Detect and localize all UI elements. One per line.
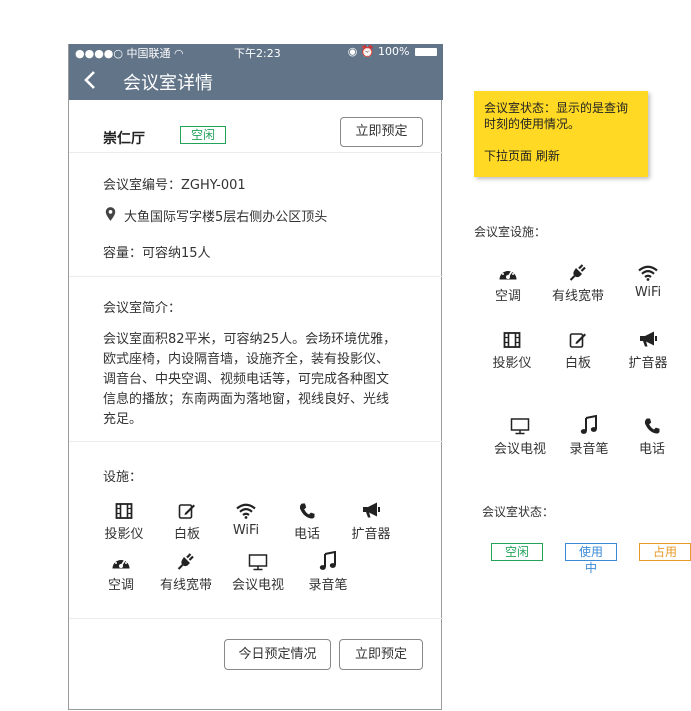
legend-broadband: 有线宽带: [548, 262, 608, 304]
legend-label: 空调: [494, 289, 521, 304]
room-capacity: 容量：可容纳15人: [103, 246, 211, 261]
legend-label: 会议电视: [493, 442, 546, 457]
legend-label: 白板: [564, 356, 591, 371]
facility-label: 会议电视: [231, 578, 284, 593]
phone-icon: [643, 417, 661, 435]
music-note-icon: [580, 415, 598, 435]
legend-air-conditioner: 空调: [478, 264, 538, 304]
wifi-icon: [638, 264, 658, 282]
legend-label: 投影仪: [492, 356, 532, 371]
facilities-title: 设施：: [103, 470, 143, 485]
projector-icon: [115, 502, 133, 520]
monitor-icon: [248, 553, 268, 571]
intro-line: 会议室面积82平米，可容纳25人。会场环境优雅，: [103, 332, 397, 347]
note-line: 时刻的使用情况。: [484, 117, 581, 131]
legend-recorder: 录音笔: [559, 415, 619, 457]
room-header: 崇仁厅 空闲 立即预定: [69, 100, 443, 153]
note-line: 下拉页面 刷新: [484, 149, 560, 163]
projector-icon: [503, 331, 521, 349]
phone-screen: ●●●●○ 中国联通 ◠ 下午2:23 ◉ ⏰ 100% 会议室详情 崇仁厅 空…: [68, 44, 443, 710]
facility-label: 空调: [107, 578, 134, 593]
status-right: ◉ ⏰ 100%: [348, 45, 437, 58]
legend-label: 电话: [638, 442, 665, 457]
legend-phone: 电话: [622, 417, 682, 457]
status-time: 下午2:23: [234, 47, 281, 60]
facility-label: 有线宽带: [159, 578, 212, 593]
battery-percent: 100%: [378, 45, 410, 58]
music-note-icon: [319, 551, 337, 571]
megaphone-icon: [638, 329, 658, 349]
page-title: 会议室详情: [123, 73, 213, 94]
whiteboard-icon: [569, 331, 587, 349]
wifi-signal-icon: ◠: [173, 47, 184, 60]
intro-line: 信息的播放；东南两面为落地窗，视线良好、光线: [103, 392, 390, 407]
legend-whiteboard: 白板: [548, 331, 608, 371]
legend-projector: 投影仪: [482, 331, 542, 371]
book-now-button-bottom[interactable]: 立即预定: [339, 639, 423, 670]
facility-megaphone: 扩音器: [341, 500, 401, 542]
whiteboard-icon: [178, 502, 196, 520]
nav-bar: 会议室详情: [69, 60, 443, 100]
monitor-icon: [510, 417, 530, 435]
air-conditioner-icon: [498, 264, 518, 282]
intro-line: 充足。: [103, 412, 143, 427]
location-pin-icon: [105, 206, 116, 222]
back-arrow-icon[interactable]: [81, 70, 101, 90]
legend-label: WiFi: [634, 285, 662, 300]
legend-tv: 会议电视: [490, 417, 550, 457]
room-location: 大鱼国际写字楼5层右侧办公区顶头: [124, 210, 328, 225]
divider: [69, 618, 443, 619]
note-line: 会议室状态：显示的是查询: [484, 101, 629, 115]
legend-status-in-use: 使用中: [565, 543, 617, 575]
sticky-note: 会议室状态：显示的是查询 时刻的使用情况。 下拉页面 刷新: [474, 91, 648, 177]
wifi-icon: [236, 502, 256, 520]
room-name: 崇仁厅: [103, 131, 145, 147]
legend-label: 录音笔: [569, 442, 609, 457]
book-now-button[interactable]: 立即预定: [340, 117, 423, 147]
air-conditioner-icon: [111, 553, 131, 571]
legend-megaphone: 扩音器: [618, 329, 678, 371]
facility-label: 电话: [293, 527, 320, 542]
legend-facilities-title: 会议室设施：: [474, 225, 547, 239]
facility-label: WiFi: [232, 523, 260, 538]
carrier-label: ●●●●○ 中国联通 ◠: [75, 47, 184, 60]
facility-broadband: 有线宽带: [156, 551, 216, 593]
facility-phone: 电话: [277, 502, 337, 542]
facility-projector: 投影仪: [94, 502, 154, 542]
phone-icon: [298, 502, 316, 520]
intro-text: 会议室面积82平米，可容纳25人。会场环境优雅， 欧式座椅，内设隔音墙，设施齐全…: [103, 330, 415, 430]
megaphone-icon: [361, 500, 381, 520]
legend-status-title: 会议室状态：: [482, 505, 555, 519]
legend-status-free: 空闲: [491, 543, 543, 561]
room-number: 会议室编号：ZGHY-001: [103, 178, 246, 193]
lock-rotation-icon: ◉: [347, 45, 358, 58]
status-bar: ●●●●○ 中国联通 ◠ 下午2:23 ◉ ⏰ 100%: [69, 44, 443, 60]
facility-label: 扩音器: [351, 527, 391, 542]
alarm-icon: ⏰: [360, 45, 375, 58]
facility-air-conditioner: 空调: [91, 553, 151, 593]
facility-label: 录音笔: [308, 578, 348, 593]
facility-tv: 会议电视: [228, 553, 288, 593]
plug-icon: [176, 551, 196, 571]
facility-label: 白板: [173, 527, 200, 542]
intro-line: 欧式座椅，内设隔音墙，设施齐全，装有投影仪、: [103, 352, 390, 367]
legend-status-occupied: 占用: [639, 543, 691, 561]
facility-label: 投影仪: [104, 527, 144, 542]
intro-title: 会议室简介：: [103, 301, 182, 316]
plug-icon: [568, 262, 588, 282]
divider: [69, 441, 443, 442]
today-bookings-button[interactable]: 今日预定情况: [224, 639, 331, 670]
legend-wifi: WiFi: [618, 264, 678, 300]
legend-label: 有线宽带: [551, 289, 604, 304]
facility-wifi: WiFi: [216, 502, 276, 538]
legend-label: 扩音器: [628, 356, 668, 371]
intro-line: 调音台、中央空调、视频电话等，可完成各种图文: [103, 372, 390, 387]
battery-icon: [415, 48, 437, 56]
divider: [69, 276, 443, 277]
facility-whiteboard: 白板: [157, 502, 217, 542]
facility-recorder: 录音笔: [298, 551, 358, 593]
status-badge: 空闲: [180, 126, 227, 144]
